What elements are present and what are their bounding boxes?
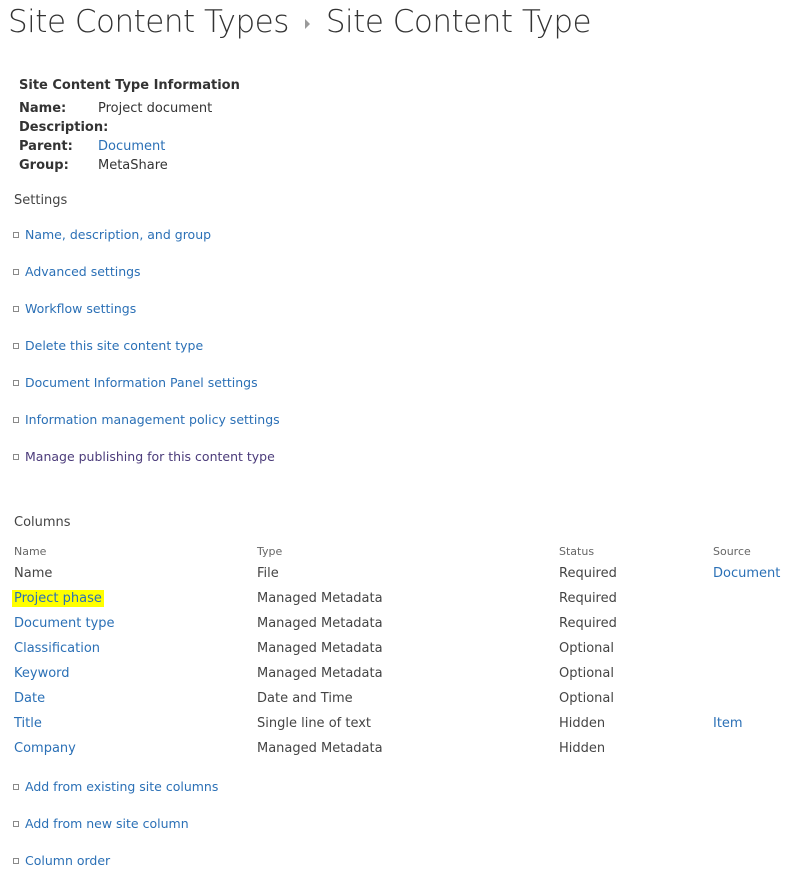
bullet-icon (13, 416, 19, 423)
column-type-cell: Managed Metadata (257, 666, 383, 681)
column-order-link[interactable]: Column order (25, 853, 110, 868)
column-type-cell: Managed Metadata (257, 616, 383, 631)
column-name-cell: Name (14, 566, 53, 581)
bullet-icon (13, 268, 19, 275)
name-value: Project document (98, 101, 213, 116)
parent-label: Parent: (19, 139, 73, 154)
column-name-link[interactable]: Document type (14, 616, 115, 631)
column-type-cell: Managed Metadata (257, 641, 383, 656)
table-row: Document type Managed Metadata Required (14, 611, 793, 636)
column-name-link[interactable]: Title (14, 716, 42, 731)
column-type-cell: Managed Metadata (257, 591, 383, 606)
column-source-link[interactable]: Item (713, 716, 743, 731)
settings-link-item: Advanced settings (13, 253, 280, 290)
column-status-cell: Required (559, 566, 617, 581)
column-name-link[interactable]: Project phase (12, 590, 104, 607)
column-status-cell: Required (559, 591, 617, 606)
column-status-cell: Hidden (559, 741, 606, 756)
settings-link-item: Workflow settings (13, 290, 280, 327)
column-type-cell: Date and Time (257, 691, 353, 706)
column-header-status: Status (559, 544, 595, 558)
bullet-icon (13, 857, 19, 864)
column-link-item: Column order (13, 842, 218, 878)
columns-header-row: Name Type Status Source (14, 541, 793, 561)
settings-links: Name, description, and group Advanced se… (13, 216, 280, 475)
breadcrumb-separator-icon (304, 19, 310, 29)
column-status-cell: Required (559, 616, 617, 631)
breadcrumb: Site Content Types Site Content Type (8, 0, 592, 44)
group-value: MetaShare (98, 158, 168, 173)
information-management-policy-link[interactable]: Information management policy settings (25, 412, 280, 427)
columns-heading: Columns (14, 515, 71, 530)
bullet-icon (13, 305, 19, 312)
settings-link-item: Delete this site content type (13, 327, 280, 364)
column-link-item: Add from existing site columns (13, 768, 218, 805)
document-information-panel-link[interactable]: Document Information Panel settings (25, 375, 258, 390)
column-header-type: Type (257, 544, 283, 558)
column-type-cell: File (257, 566, 279, 581)
name-description-group-link[interactable]: Name, description, and group (25, 227, 211, 242)
column-source-link[interactable]: Document (713, 566, 780, 581)
columns-table: Name Type Status Source Name File Requir… (12, 541, 793, 761)
table-row: Project phase Managed Metadata Required (12, 586, 793, 611)
info-row-name: Name: Project document (19, 99, 240, 118)
column-source-cell (713, 636, 793, 661)
group-label: Group: (19, 158, 69, 173)
advanced-settings-link[interactable]: Advanced settings (25, 264, 141, 279)
manage-publishing-link[interactable]: Manage publishing for this content type (25, 449, 275, 464)
bullet-icon (13, 379, 19, 386)
column-links: Add from existing site columns Add from … (13, 768, 218, 878)
settings-link-item: Information management policy settings (13, 401, 280, 438)
column-status-cell: Optional (559, 691, 614, 706)
bullet-icon (13, 783, 19, 790)
bullet-icon (13, 231, 19, 238)
add-new-site-column-link[interactable]: Add from new site column (25, 816, 189, 831)
add-existing-site-columns-link[interactable]: Add from existing site columns (25, 779, 218, 794)
column-status-cell: Hidden (559, 716, 606, 731)
workflow-settings-link[interactable]: Workflow settings (25, 301, 136, 316)
table-row: Name File Required Document (14, 561, 793, 586)
bullet-icon (13, 342, 19, 349)
column-status-cell: Optional (559, 666, 614, 681)
column-source-cell (713, 586, 793, 611)
column-name-link[interactable]: Company (14, 741, 76, 756)
table-row: Company Managed Metadata Hidden (14, 736, 793, 761)
column-type-cell: Managed Metadata (257, 741, 383, 756)
column-type-cell: Single line of text (257, 716, 372, 731)
bullet-icon (13, 820, 19, 827)
delete-content-type-link[interactable]: Delete this site content type (25, 338, 203, 353)
table-row: Keyword Managed Metadata Optional (14, 661, 793, 686)
column-source-cell (713, 661, 793, 686)
settings-link-item: Name, description, and group (13, 216, 280, 253)
column-link-item: Add from new site column (13, 805, 218, 842)
table-row: Classification Managed Metadata Optional (14, 636, 793, 661)
breadcrumb-site-content-types-link[interactable]: Site Content Types (8, 4, 289, 40)
info-title: Site Content Type Information (19, 78, 240, 93)
settings-link-item: Manage publishing for this content type (13, 438, 280, 475)
parent-link[interactable]: Document (98, 137, 165, 156)
content-type-info: Site Content Type Information Name: Proj… (19, 76, 240, 175)
description-label: Description: (19, 120, 109, 135)
column-source-cell (713, 611, 793, 636)
settings-heading: Settings (14, 193, 68, 208)
settings-link-item: Document Information Panel settings (13, 364, 280, 401)
bullet-icon (13, 453, 19, 460)
page-title: Site Content Type (325, 4, 592, 40)
info-row-parent: Parent: Document (19, 137, 240, 156)
column-source-cell (713, 686, 793, 711)
info-row-description: Description: (19, 118, 240, 137)
info-row-group: Group: MetaShare (19, 156, 240, 175)
column-header-source: Source (713, 544, 751, 558)
column-name-link[interactable]: Keyword (14, 666, 70, 681)
column-source-cell (713, 736, 793, 761)
table-row: Title Single line of text Hidden Item (14, 711, 793, 736)
column-name-link[interactable]: Date (14, 691, 45, 706)
column-status-cell: Optional (559, 641, 614, 656)
table-row: Date Date and Time Optional (14, 686, 793, 711)
column-name-link[interactable]: Classification (14, 641, 100, 656)
name-label: Name: (19, 101, 67, 116)
column-header-name: Name (14, 544, 47, 558)
